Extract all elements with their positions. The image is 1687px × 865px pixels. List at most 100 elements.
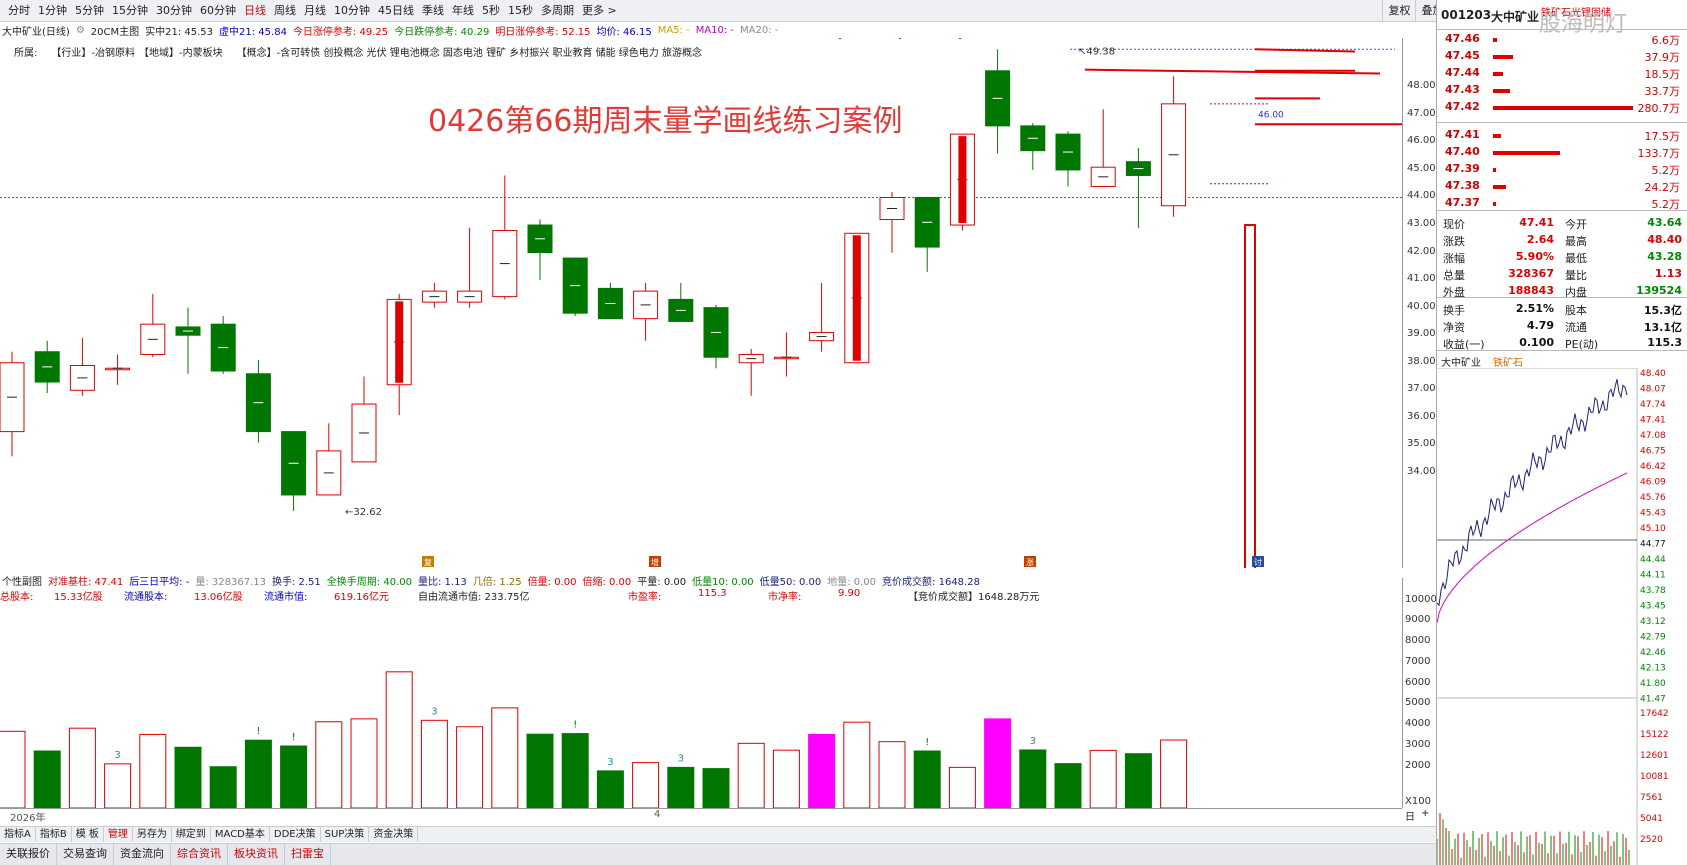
candle[interactable]	[457, 227, 483, 308]
volume-bar[interactable]	[139, 733, 167, 808]
order-row[interactable]: 47.43 33.7万	[1437, 83, 1687, 99]
candle[interactable]	[105, 354, 131, 385]
candle[interactable]	[1125, 147, 1151, 228]
candle[interactable]	[597, 282, 623, 320]
period-tab-0[interactable]: 分时	[4, 0, 34, 22]
period-tab-3[interactable]: 15分钟	[108, 0, 152, 22]
volume-bar[interactable]	[913, 750, 941, 808]
volume-bar[interactable]	[174, 746, 202, 808]
volume-bar[interactable]	[878, 741, 906, 808]
candle[interactable]	[527, 219, 553, 281]
candle[interactable]	[738, 348, 764, 396]
period-tab-2[interactable]: 5分钟	[71, 0, 108, 22]
volume-bar[interactable]	[702, 768, 730, 808]
volume-bar[interactable]	[385, 671, 413, 808]
volume-bar[interactable]	[1124, 753, 1152, 808]
period-tab-7[interactable]: 周线	[270, 0, 300, 22]
volume-bar[interactable]	[808, 733, 836, 808]
bottom-tab-4[interactable]: 板块资讯	[228, 844, 285, 865]
volume-bar[interactable]	[1160, 739, 1188, 808]
zoom-tool-1[interactable]: +	[1418, 808, 1432, 826]
template-name[interactable]: 20CM主图	[91, 23, 139, 38]
candle[interactable]	[245, 359, 271, 443]
zoom-tool-0[interactable]: 日线	[1402, 808, 1418, 838]
volume-bar[interactable]	[315, 721, 343, 808]
period-tab-15[interactable]: 多周期	[537, 0, 578, 22]
volume-bar[interactable]	[737, 742, 765, 808]
volume-bar[interactable]	[526, 733, 554, 808]
candle[interactable]	[175, 307, 201, 374]
event-badge[interactable]: 增	[649, 556, 661, 567]
period-tab-12[interactable]: 年线	[448, 0, 478, 22]
candle[interactable]	[421, 282, 447, 308]
period-tab-4[interactable]: 30分钟	[152, 0, 196, 22]
volume-bar[interactable]	[420, 719, 448, 808]
volume-bar[interactable]	[1089, 749, 1117, 808]
period-tab-6[interactable]: 日线	[240, 0, 270, 22]
order-row[interactable]: 47.41 17.5万	[1437, 128, 1687, 144]
indicator-tab-1[interactable]: 指标B	[36, 827, 72, 842]
period-tab-5[interactable]: 60分钟	[196, 0, 240, 22]
candle[interactable]	[210, 315, 236, 374]
order-row[interactable]: 47.44 18.5万	[1437, 66, 1687, 82]
indicator-tab-5[interactable]: 绑定到	[172, 827, 211, 842]
candle[interactable]	[668, 282, 694, 322]
bottom-tab-2[interactable]: 资金流向	[114, 844, 171, 865]
period-tab-13[interactable]: 5秒	[478, 0, 504, 22]
candle[interactable]	[1055, 131, 1081, 187]
volume-bar[interactable]	[1019, 749, 1047, 808]
candle[interactable]	[140, 293, 166, 358]
volume-bar[interactable]	[104, 763, 132, 808]
indicator-tab-7[interactable]: DDE决策	[270, 827, 321, 842]
volume-bar[interactable]	[948, 766, 976, 808]
indicator-tab-9[interactable]: 资金决策	[369, 827, 419, 842]
period-tab-14[interactable]: 15秒	[504, 0, 537, 22]
period-tab-8[interactable]: 月线	[300, 0, 330, 22]
period-tab-9[interactable]: 10分钟	[330, 0, 374, 22]
candle[interactable]	[0, 351, 25, 457]
event-badge[interactable]: 讨	[1252, 556, 1264, 567]
candle[interactable]	[633, 282, 659, 341]
order-row[interactable]: 47.39 5.2万	[1437, 162, 1687, 178]
volume-bar[interactable]	[772, 749, 800, 808]
period-tab-1[interactable]: 1分钟	[34, 0, 71, 22]
volume-bar[interactable]	[244, 739, 272, 808]
volume-bar[interactable]	[491, 707, 519, 808]
volume-bar[interactable]	[1054, 763, 1082, 808]
candle[interactable]	[703, 304, 729, 369]
volume-bar[interactable]	[561, 733, 589, 808]
candle[interactable]	[351, 376, 377, 463]
volume-bar[interactable]	[0, 730, 26, 808]
volume-bar[interactable]	[280, 745, 308, 808]
candle[interactable]	[985, 49, 1011, 154]
indicator-tab-8[interactable]: SUP决策	[321, 827, 370, 842]
intraday-chart[interactable]: 48.40 48.07 47.74 47.41 47.08 46.75 46.42 46.09…	[1437, 368, 1687, 865]
indicator-tab-0[interactable]: 指标A	[0, 827, 36, 842]
event-badge[interactable]: 复	[422, 556, 434, 567]
volume-bar[interactable]	[843, 721, 871, 808]
candle[interactable]	[316, 423, 342, 496]
candle[interactable]	[562, 257, 588, 316]
indicator-tab-2[interactable]: 模 板	[72, 827, 104, 842]
mini-theme[interactable]: 铁矿石	[1493, 354, 1523, 369]
volume-bar[interactable]	[984, 718, 1012, 808]
candle[interactable]	[34, 340, 60, 394]
drawn-rectangle[interactable]	[1244, 224, 1256, 568]
candle[interactable]	[1161, 76, 1187, 217]
indicator-tab-6[interactable]: MACD基本	[211, 827, 270, 842]
event-badge[interactable]: 涨	[1024, 556, 1036, 567]
volume-chart[interactable]: 3!! 3! 3 3! 3	[0, 578, 1402, 808]
bottom-tab-0[interactable]: 关联报价	[0, 844, 57, 865]
candle[interactable]	[879, 191, 905, 253]
volume-bar[interactable]	[350, 718, 378, 808]
order-row[interactable]: 47.40 133.7万	[1437, 145, 1687, 161]
indicator-tab-4[interactable]: 另存为	[133, 827, 172, 842]
candle[interactable]	[1090, 109, 1116, 187]
bottom-tab-3[interactable]: 综合资讯	[171, 844, 228, 865]
period-tab-11[interactable]: 季线	[418, 0, 448, 22]
candle[interactable]	[69, 337, 95, 396]
tool-button-0[interactable]: 复权	[1382, 0, 1415, 22]
candle[interactable]	[914, 196, 940, 272]
bottom-tab-1[interactable]: 交易查询	[57, 844, 114, 865]
volume-bar[interactable]	[209, 766, 237, 808]
